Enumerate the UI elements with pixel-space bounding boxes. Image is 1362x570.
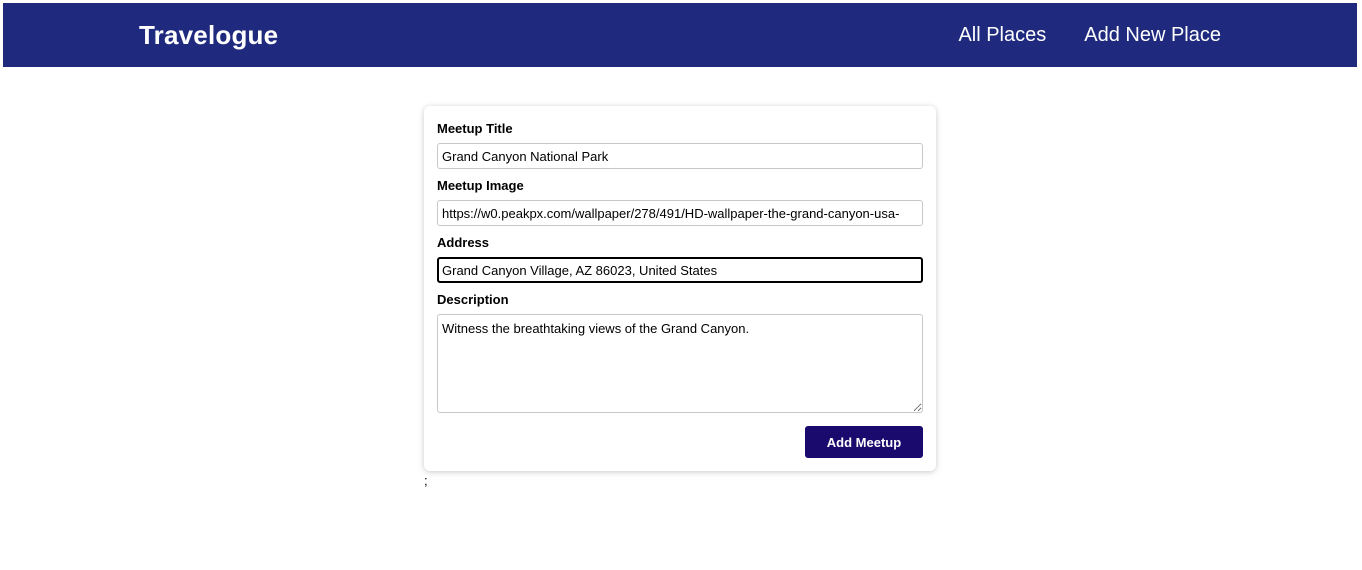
new-meetup-form: Meetup Title Meetup Image Address Descri… xyxy=(424,106,936,471)
page: Travelogue All Places Add New Place Meet… xyxy=(0,0,1362,570)
address-input[interactable] xyxy=(437,257,923,283)
site-logo[interactable]: Travelogue xyxy=(139,19,278,51)
description-textarea[interactable] xyxy=(437,314,923,413)
top-nav-bar: Travelogue All Places Add New Place xyxy=(3,3,1357,67)
stray-text: ; xyxy=(424,473,428,488)
address-label: Address xyxy=(437,235,490,250)
nav-link-add-new-place[interactable]: Add New Place xyxy=(1084,22,1221,48)
meetup-image-label: Meetup Image xyxy=(437,178,524,193)
nav-link-all-places[interactable]: All Places xyxy=(958,22,1046,48)
meetup-title-input[interactable] xyxy=(437,143,923,169)
meetup-title-label: Meetup Title xyxy=(437,121,513,136)
main-nav: All Places Add New Place xyxy=(958,22,1221,48)
add-meetup-button[interactable]: Add Meetup xyxy=(805,426,923,458)
meetup-image-input[interactable] xyxy=(437,200,923,226)
description-label: Description xyxy=(437,292,509,307)
